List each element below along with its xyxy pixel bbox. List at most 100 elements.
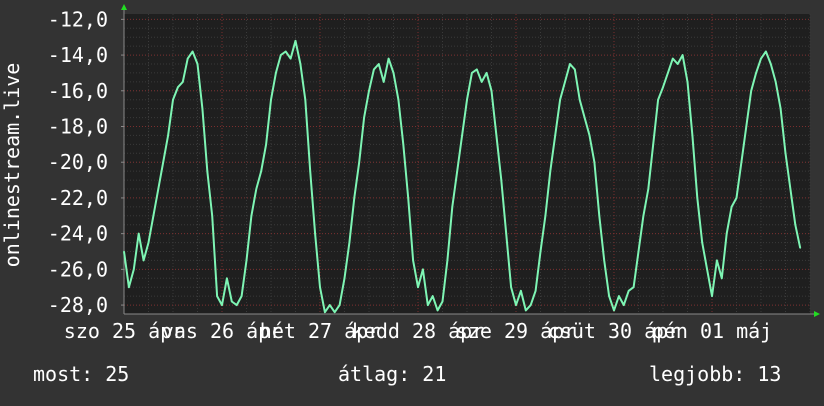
data-point	[368, 90, 370, 92]
data-point	[427, 304, 429, 306]
data-point	[245, 259, 248, 262]
data-point	[495, 134, 498, 137]
data-point	[422, 268, 424, 271]
data-point	[324, 311, 326, 314]
data-point	[554, 134, 556, 137]
data-point	[627, 290, 630, 292]
data-point	[382, 81, 385, 83]
data-point	[392, 72, 395, 74]
y-tick-labels: -12,0 -14,0 -16,0 -18,0 -20,0 -22,0 -24,0 -26,0…	[48, 7, 124, 317]
data-point	[182, 81, 184, 83]
x-tick-labels: szo 25 áprvas 26 áprhét 27 áprkedd 28 áp…	[64, 319, 772, 343]
data-point	[598, 215, 601, 217]
data-point	[373, 68, 375, 71]
data-point	[564, 81, 566, 83]
data-point	[574, 68, 576, 71]
data-point	[755, 72, 757, 74]
data-point	[461, 134, 463, 137]
data-point	[740, 161, 743, 163]
data-point	[314, 232, 316, 235]
data-point	[603, 259, 605, 262]
data-point	[485, 72, 488, 74]
data-point	[662, 86, 664, 88]
data-point	[534, 290, 537, 292]
data-point	[255, 188, 258, 190]
data-point	[147, 241, 150, 244]
data-point	[623, 304, 625, 306]
data-point	[407, 197, 410, 199]
data-point	[265, 143, 267, 146]
data-point	[186, 57, 189, 60]
data-point	[206, 170, 209, 172]
data-point	[240, 295, 243, 297]
data-point	[500, 179, 503, 181]
data-point	[789, 188, 792, 190]
data-point	[270, 98, 272, 101]
data-point	[275, 72, 277, 74]
data-point	[221, 304, 223, 306]
data-point	[211, 215, 213, 217]
data-point	[358, 161, 361, 163]
data-point	[711, 295, 713, 297]
data-point	[133, 268, 135, 271]
data-point	[549, 170, 552, 172]
data-point	[490, 90, 493, 92]
data-point	[417, 286, 419, 289]
data-point	[784, 152, 787, 155]
x-tick-label: pén 01 máj	[652, 319, 772, 343]
data-point	[436, 309, 439, 312]
data-point	[735, 197, 738, 199]
data-point	[172, 98, 174, 101]
data-point	[471, 72, 473, 74]
data-point	[544, 215, 547, 217]
data-point	[701, 241, 703, 244]
data-point	[226, 277, 228, 280]
data-point	[466, 98, 468, 101]
chart: -12,0 -14,0 -16,0 -18,0 -20,0 -22,0 -24,0 -26,0…	[0, 0, 824, 402]
data-point	[353, 197, 356, 199]
data-point	[525, 309, 527, 312]
data-point	[329, 304, 331, 306]
data-point	[510, 286, 512, 289]
data-point	[294, 40, 297, 42]
data-point	[142, 259, 145, 262]
data-point	[284, 50, 287, 53]
data-point	[157, 188, 160, 190]
data-point	[196, 63, 199, 65]
data-point	[216, 295, 218, 297]
data-point	[299, 63, 302, 65]
data-point	[725, 232, 728, 235]
data-point	[231, 300, 233, 303]
y-axis-arrow-icon	[121, 4, 127, 10]
data-point	[657, 98, 659, 101]
data-point	[770, 63, 772, 65]
data-point	[363, 116, 365, 119]
y-tick-label: -12,0	[48, 7, 108, 31]
data-point	[201, 107, 204, 110]
data-point	[456, 170, 459, 172]
data-point	[681, 54, 684, 56]
data-point	[451, 206, 454, 208]
data-point	[260, 170, 263, 172]
y-tick-label: -28,0	[48, 293, 108, 317]
data-point	[378, 63, 380, 65]
data-point	[235, 304, 238, 306]
data-point	[431, 295, 434, 297]
data-point	[578, 98, 581, 101]
data-point	[162, 161, 164, 163]
data-point	[706, 268, 708, 271]
data-point	[765, 50, 767, 53]
data-point	[794, 223, 797, 226]
data-point	[137, 232, 140, 235]
data-point	[716, 259, 718, 262]
data-point	[177, 86, 179, 88]
data-point	[779, 107, 782, 110]
data-point	[750, 90, 752, 92]
data-point	[402, 143, 405, 146]
y-tick-label: -26,0	[48, 257, 108, 281]
data-point	[672, 57, 674, 60]
y-tick-label: -24,0	[48, 222, 108, 246]
data-point	[128, 286, 130, 289]
data-point	[637, 250, 640, 253]
data-point	[280, 54, 282, 56]
